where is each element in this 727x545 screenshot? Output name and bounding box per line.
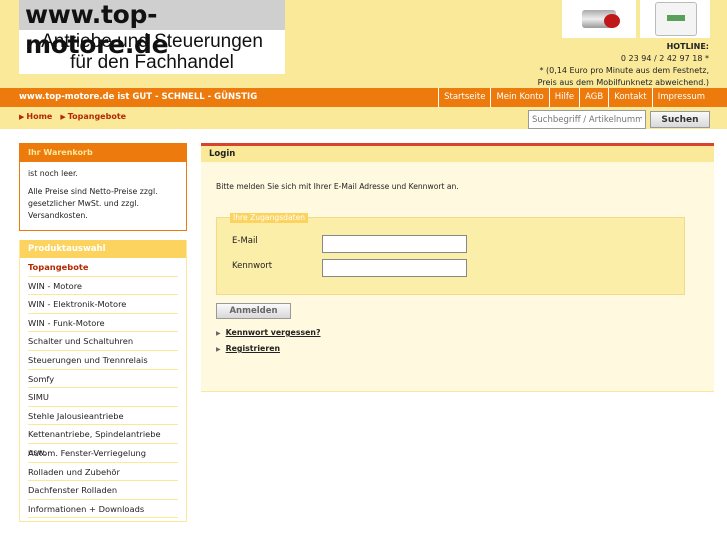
product-item-steuerungen[interactable]: Steuerungen und Trennrelais	[28, 351, 178, 370]
product-list: Topangebote WIN - Motore WIN - Elektroni…	[20, 258, 186, 519]
password-label: Kennwort	[232, 261, 273, 271]
search-button[interactable]: Suchen	[650, 111, 710, 128]
credentials-legend: Ihre Zugangsdaten	[230, 213, 309, 223]
login-button[interactable]: Anmelden	[216, 303, 291, 319]
shipping-costs-link[interactable]: Versandkosten	[28, 211, 85, 220]
product-item-simu[interactable]: SIMU	[28, 388, 178, 407]
search-input[interactable]	[528, 110, 646, 129]
forgot-password-link[interactable]: Kennwort vergessen?	[226, 328, 321, 337]
triangle-right-icon: ▶	[216, 330, 221, 337]
product-navigation-title: Produktauswahl	[20, 240, 186, 258]
triangle-right-icon: ▶	[216, 346, 221, 353]
triangle-right-icon: ▶	[60, 113, 66, 121]
email-label: E-Mail	[232, 236, 258, 246]
top-navigation: Startseite Mein Konto Hilfe AGB Kontakt …	[438, 88, 710, 107]
login-title: Login	[201, 146, 714, 162]
email-field[interactable]	[322, 235, 467, 253]
product-item-schalter[interactable]: Schalter und Schaltuhren	[28, 332, 178, 351]
cart-price-note: Alle Preise sind Netto-Preise zzgl. gese…	[28, 186, 178, 222]
nav-hilfe[interactable]: Hilfe	[548, 88, 579, 107]
product-item-stehle[interactable]: Stehle Jalousieantriebe	[28, 407, 178, 426]
product-navigation: Produktauswahl Topangebote WIN - Motore …	[19, 240, 187, 522]
login-panel: Login Bitte melden Sie sich mit Ihrer E-…	[201, 143, 714, 392]
main-navbar: www.top-motore.de ist GUT - SCHNELL - GÜ…	[0, 88, 727, 107]
logo-tagline-line2: für den Fachhandel	[70, 52, 234, 73]
site-logo[interactable]: www.top-motore.de Antriebe und Steuerung…	[19, 0, 285, 74]
nav-impressum[interactable]: Impressum	[651, 88, 710, 107]
hotline-number: 0 23 94 / 2 42 97 18 *	[620, 54, 709, 63]
nav-agb[interactable]: AGB	[579, 88, 608, 107]
cart-title: Ihr Warenkorb	[20, 144, 186, 162]
nav-kontakt[interactable]: Kontakt	[608, 88, 652, 107]
forgot-password-row: ▶ Kennwort vergessen?	[216, 328, 321, 337]
nav-mein-konto[interactable]: Mein Konto	[490, 88, 548, 107]
product-item-win-motore[interactable]: WIN - Motore	[28, 277, 178, 296]
hotline-note-1: * (0,14 Euro pro Minute aus dem Festnetz…	[539, 66, 709, 75]
product-item-kettenantriebe[interactable]: Kettenantriebe, Spindelantriebe usw.	[28, 425, 178, 457]
hotline-info: HOTLINE: 0 23 94 / 2 42 97 18 * * (0,14 …	[538, 41, 709, 89]
product-item-win-funk-motore[interactable]: WIN - Funk-Motore	[28, 314, 178, 333]
product-item-rolladen[interactable]: Rolladen und Zubehör	[28, 463, 178, 482]
breadcrumb-topangebote[interactable]: Topangebote	[68, 112, 126, 121]
breadcrumb: ▶ Home ▶ Topangebote	[19, 107, 126, 127]
price-note-text: Alle Preise sind Netto-Preise zzgl. gese…	[28, 187, 158, 208]
login-intro: Bitte melden Sie sich mit Ihrer E-Mail A…	[216, 182, 459, 191]
product-item-fenster-verriegelung[interactable]: Autom. Fenster-Verriegelung	[28, 444, 178, 463]
credentials-fieldset: Ihre Zugangsdaten E-Mail Kennwort	[216, 213, 685, 295]
page-header: www.top-motore.de Antriebe und Steuerung…	[0, 0, 727, 88]
cart-box: Ihr Warenkorb ist noch leer. Alle Preise…	[19, 143, 187, 231]
switch-buttons	[667, 15, 685, 21]
logo-tagline: Antriebe und Steuerungen für den Fachhan…	[19, 31, 285, 73]
register-row: ▶ Registrieren	[216, 344, 280, 353]
register-link[interactable]: Registrieren	[226, 344, 280, 353]
breadcrumb-home[interactable]: Home	[26, 112, 52, 121]
password-field[interactable]	[322, 259, 467, 277]
product-item-topangebote[interactable]: Topangebote	[28, 258, 178, 277]
slogan: www.top-motore.de ist GUT - SCHNELL - GÜ…	[19, 92, 258, 102]
price-note-end: .	[85, 211, 88, 220]
product-item-dachfenster[interactable]: Dachfenster Rolladen	[28, 481, 178, 500]
product-item-somfy[interactable]: Somfy	[28, 370, 178, 389]
logo-url: www.top-motore.de	[19, 0, 285, 59]
cart-empty-text: ist noch leer.	[28, 169, 78, 178]
motor-icon	[562, 0, 636, 38]
nav-startseite[interactable]: Startseite	[438, 88, 490, 107]
switch-icon	[640, 0, 710, 38]
cart-content: ist noch leer. Alle Preise sind Netto-Pr…	[20, 162, 186, 234]
product-item-win-elektronik-motore[interactable]: WIN - Elektronik-Motore	[28, 295, 178, 314]
motor-head	[604, 14, 620, 28]
logo-tagline-line1: Antriebe und Steuerungen	[41, 31, 263, 52]
switch-plate	[655, 2, 697, 36]
hotline-title: HOTLINE:	[666, 42, 709, 51]
product-item-informationen[interactable]: Informationen + Downloads	[28, 500, 178, 519]
triangle-right-icon: ▶	[19, 113, 25, 121]
